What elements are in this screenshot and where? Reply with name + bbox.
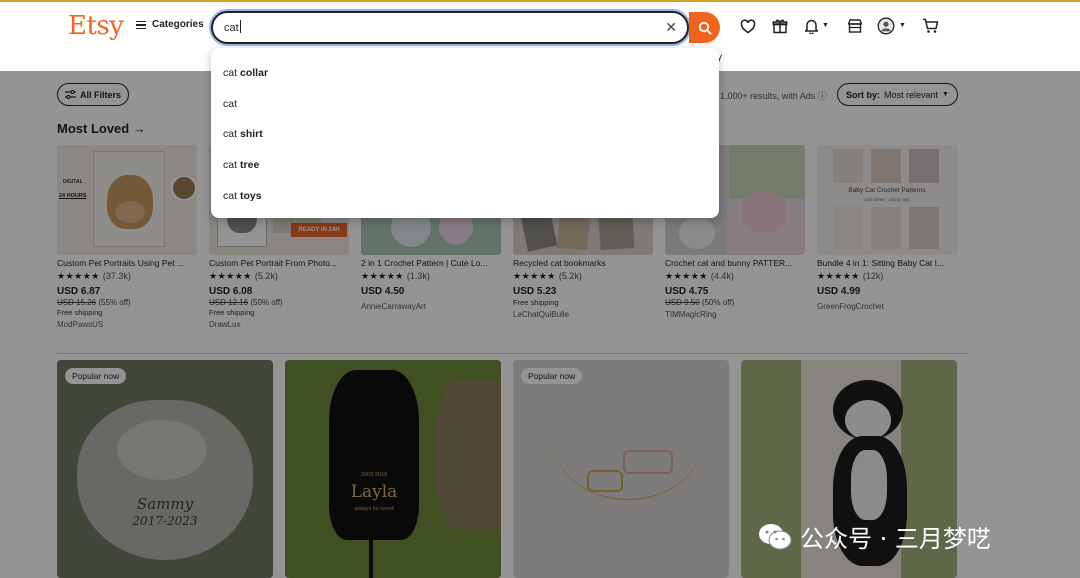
suggestion-item[interactable]: cat shirt: [211, 119, 719, 150]
search-suggestions-dropdown: cat collar cat cat shirt cat tree cat toys: [211, 48, 719, 218]
suggestion-prefix: cat: [223, 128, 238, 141]
account-chevron-down-icon[interactable]: ▼: [899, 22, 906, 29]
suggestion-prefix: cat: [223, 189, 238, 202]
suggestion-prefix: cat: [223, 67, 238, 80]
suggestion-completion: tree: [240, 159, 260, 172]
cart-icon[interactable]: [920, 16, 940, 36]
suggestion-completion: collar: [240, 67, 269, 80]
suggestion-item[interactable]: cat toys: [211, 180, 719, 211]
search-input-value: cat: [224, 20, 241, 34]
etsy-logo[interactable]: Etsy: [68, 11, 124, 41]
categories-button[interactable]: Categories: [136, 19, 204, 30]
menu-icon: [136, 20, 146, 29]
categories-label: Categories: [152, 19, 204, 30]
text-cursor: [239, 20, 241, 33]
suggestion-prefix: cat: [223, 97, 238, 110]
clear-search-icon[interactable]: ✕: [665, 20, 677, 34]
chevron-down-icon[interactable]: ▼: [822, 22, 829, 29]
notifications-bell-icon[interactable]: [801, 16, 821, 36]
suggestion-item[interactable]: cat tree: [211, 150, 719, 181]
watermark: 公众号 · 三月梦呓: [758, 519, 991, 554]
shop-manager-icon[interactable]: [845, 16, 865, 36]
search-input[interactable]: cat ✕: [211, 11, 689, 44]
suggestion-completion: shirt: [240, 128, 263, 141]
suggestion-item[interactable]: cat: [211, 89, 719, 120]
favorites-heart-icon[interactable]: [738, 16, 758, 36]
watermark-text: 公众号 · 三月梦呓: [800, 525, 991, 553]
search-icon: [698, 21, 711, 34]
search-button[interactable]: [689, 12, 720, 43]
suggestion-item[interactable]: cat collar: [211, 58, 719, 89]
suggestion-prefix: cat: [223, 159, 238, 172]
account-avatar-icon[interactable]: [876, 16, 896, 36]
suggestion-completion: toys: [240, 189, 262, 202]
gift-icon[interactable]: [770, 16, 790, 36]
wechat-icon: [759, 523, 792, 549]
